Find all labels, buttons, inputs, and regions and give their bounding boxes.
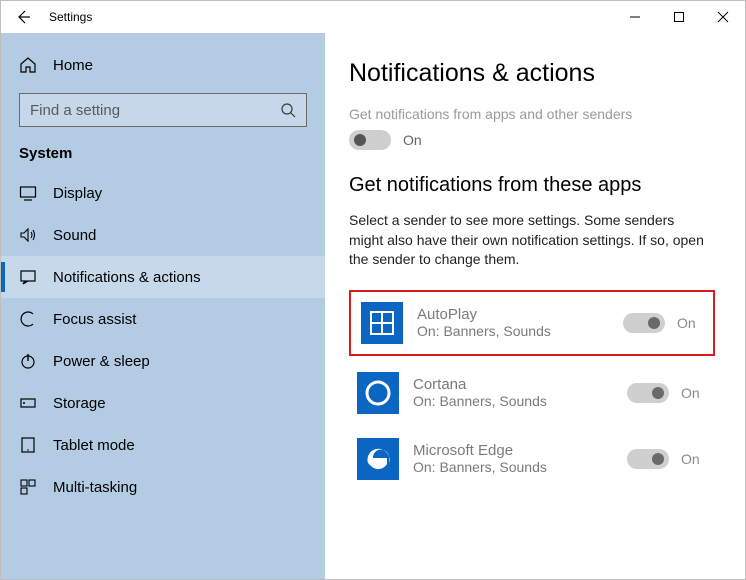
sidebar-item-label: Display	[53, 185, 102, 202]
home-icon	[19, 56, 37, 74]
sidebar-item-label: Multi-tasking	[53, 479, 137, 496]
titlebar: Settings	[1, 1, 745, 33]
sidebar-item-sound[interactable]: Sound	[1, 214, 325, 256]
sidebar-item-power-sleep[interactable]: Power & sleep	[1, 340, 325, 382]
search-box[interactable]	[19, 93, 307, 127]
app-name: Cortana	[413, 376, 613, 393]
sidebar-nav: Display Sound Notifications & actions Fo…	[1, 172, 325, 508]
sidebar-item-notifications[interactable]: Notifications & actions	[1, 256, 325, 298]
sidebar-item-label: Power & sleep	[53, 353, 150, 370]
edge-icon	[357, 438, 399, 480]
page-title: Notifications & actions	[349, 59, 715, 88]
sidebar-section-label: System	[1, 141, 325, 172]
toggle-knob	[648, 317, 660, 329]
settings-window: Settings Home System	[0, 0, 746, 580]
app-name: AutoPlay	[417, 306, 609, 323]
search-input[interactable]	[30, 102, 272, 119]
app-toggle-label: On	[677, 315, 703, 331]
edge-toggle[interactable]	[627, 449, 669, 469]
app-status: On: Banners, Sounds	[417, 323, 609, 339]
sidebar: Home System Display Sound	[1, 33, 325, 579]
app-text: Cortana On: Banners, Sounds	[413, 376, 613, 409]
toggle-knob	[354, 134, 366, 146]
cortana-icon	[357, 372, 399, 414]
close-button[interactable]	[701, 1, 745, 33]
close-icon	[717, 11, 729, 23]
multitasking-icon	[19, 478, 37, 496]
sidebar-item-tablet-mode[interactable]: Tablet mode	[1, 424, 325, 466]
sidebar-item-label: Storage	[53, 395, 106, 412]
toggle-knob	[652, 387, 664, 399]
storage-icon	[19, 394, 37, 412]
global-notifications-desc: Get notifications from apps and other se…	[349, 106, 715, 122]
app-text: AutoPlay On: Banners, Sounds	[417, 306, 609, 339]
toggle-knob	[652, 453, 664, 465]
minimize-button[interactable]	[613, 1, 657, 33]
sidebar-home-label: Home	[53, 57, 93, 74]
global-notifications-toggle[interactable]	[349, 130, 391, 150]
sidebar-item-display[interactable]: Display	[1, 172, 325, 214]
app-toggle-label: On	[681, 385, 707, 401]
main-panel: Notifications & actions Get notification…	[325, 33, 745, 579]
sidebar-item-focus-assist[interactable]: Focus assist	[1, 298, 325, 340]
global-notifications-toggle-label: On	[403, 132, 422, 148]
app-toggle-label: On	[681, 451, 707, 467]
window-body: Home System Display Sound	[1, 33, 745, 579]
maximize-button[interactable]	[657, 1, 701, 33]
app-row-edge[interactable]: Microsoft Edge On: Banners, Sounds On	[349, 426, 715, 492]
app-toggle-wrap: On	[627, 449, 707, 469]
maximize-icon	[673, 11, 685, 23]
sidebar-item-label: Notifications & actions	[53, 269, 201, 286]
cortana-toggle[interactable]	[627, 383, 669, 403]
apps-heading: Get notifications from these apps	[349, 174, 715, 197]
tablet-icon	[19, 436, 37, 454]
global-notifications-toggle-row: On	[349, 130, 715, 150]
power-icon	[19, 352, 37, 370]
autoplay-toggle[interactable]	[623, 313, 665, 333]
app-status: On: Banners, Sounds	[413, 459, 613, 475]
app-row-cortana[interactable]: Cortana On: Banners, Sounds On	[349, 360, 715, 426]
back-button[interactable]	[1, 1, 45, 33]
app-status: On: Banners, Sounds	[413, 393, 613, 409]
app-name: Microsoft Edge	[413, 442, 613, 459]
sidebar-item-label: Tablet mode	[53, 437, 135, 454]
notifications-icon	[19, 268, 37, 286]
apps-help-text: Select a sender to see more settings. So…	[349, 211, 709, 270]
sidebar-item-storage[interactable]: Storage	[1, 382, 325, 424]
sidebar-item-label: Sound	[53, 227, 96, 244]
display-icon	[19, 184, 37, 202]
autoplay-icon	[361, 302, 403, 344]
app-row-autoplay[interactable]: AutoPlay On: Banners, Sounds On	[349, 290, 715, 356]
minimize-icon	[629, 11, 641, 23]
window-title: Settings	[45, 10, 92, 24]
focus-assist-icon	[19, 310, 37, 328]
app-text: Microsoft Edge On: Banners, Sounds	[413, 442, 613, 475]
sound-icon	[19, 226, 37, 244]
sidebar-item-label: Focus assist	[53, 311, 136, 328]
app-toggle-wrap: On	[623, 313, 703, 333]
arrow-left-icon	[15, 9, 31, 25]
app-toggle-wrap: On	[627, 383, 707, 403]
search-icon	[280, 102, 296, 118]
sidebar-item-multitasking[interactable]: Multi-tasking	[1, 466, 325, 508]
sidebar-home[interactable]: Home	[1, 45, 325, 85]
